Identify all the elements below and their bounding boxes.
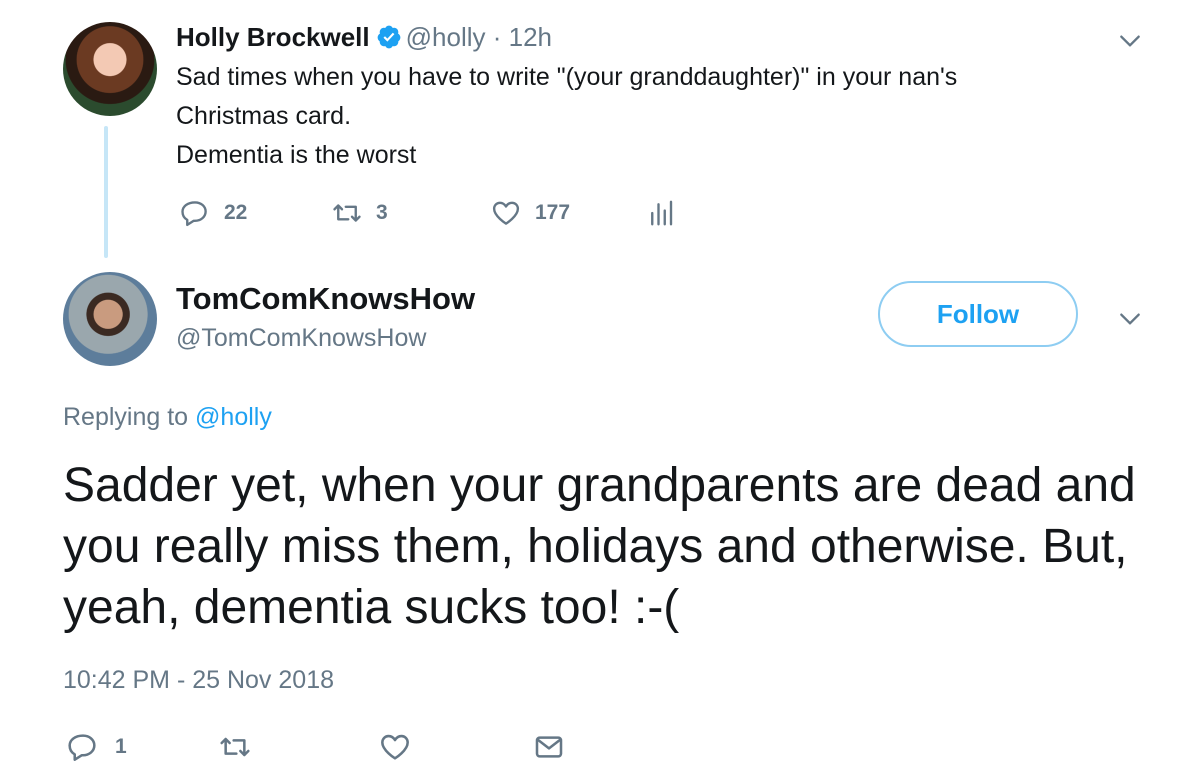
heart-icon bbox=[492, 201, 520, 225]
chevron-down-icon[interactable] bbox=[1117, 306, 1143, 332]
reply-author-name[interactable]: TomComKnowsHow bbox=[176, 281, 475, 317]
holly-avatar[interactable] bbox=[63, 22, 157, 116]
verified-badge-icon bbox=[377, 25, 400, 49]
reply-count: 22 bbox=[224, 201, 248, 224]
replying-to-label: Replying to bbox=[63, 403, 189, 431]
author-name[interactable]: Holly Brockwell bbox=[176, 22, 370, 52]
envelope-icon bbox=[535, 736, 563, 758]
reply-button[interactable]: 1 bbox=[67, 731, 127, 763]
reply-tweet-text: Sadder yet, when your grandparents are d… bbox=[63, 459, 1136, 634]
tweet-text-line: Sad times when you have to write "(your … bbox=[176, 63, 958, 91]
follow-button[interactable]: Follow bbox=[878, 281, 1078, 347]
reply-author-handle[interactable]: @TomComKnowsHow bbox=[176, 324, 426, 353]
like-count: 177 bbox=[535, 201, 571, 224]
replying-to-handle-link[interactable]: @holly bbox=[195, 403, 272, 431]
tweet-text-line: Christmas card. bbox=[176, 102, 352, 130]
author-handle[interactable]: @holly bbox=[406, 22, 486, 52]
thread-connector-line bbox=[104, 126, 108, 258]
chevron-down-icon[interactable] bbox=[1117, 28, 1143, 54]
tweet-text-line: Dementia is the worst bbox=[176, 141, 417, 169]
replying-to: Replying to @holly bbox=[63, 403, 272, 432]
like-button[interactable] bbox=[379, 731, 427, 763]
reply-icon bbox=[181, 201, 207, 227]
direct-message-button[interactable] bbox=[533, 731, 581, 763]
tweet-time[interactable]: 12h bbox=[509, 22, 552, 52]
retweet-icon bbox=[333, 204, 361, 222]
original-tweet-header: Holly Brockwell @holly · 12h bbox=[176, 20, 552, 54]
analytics-button[interactable] bbox=[646, 198, 690, 228]
analytics-icon bbox=[651, 200, 673, 226]
retweet-button[interactable] bbox=[219, 731, 267, 763]
reply-button[interactable]: 22 bbox=[180, 198, 247, 228]
tomcom-avatar[interactable] bbox=[63, 272, 157, 366]
reply-timestamp[interactable]: 10:42 PM - 25 Nov 2018 bbox=[63, 666, 334, 695]
retweet-button[interactable]: 3 bbox=[332, 198, 388, 228]
original-tweet-text: Sad times when you have to write "(your … bbox=[176, 58, 957, 175]
heart-icon bbox=[381, 734, 409, 760]
retweet-icon bbox=[220, 737, 250, 757]
like-button[interactable]: 177 bbox=[491, 198, 570, 228]
retweet-count: 3 bbox=[376, 201, 388, 224]
reply-count: 1 bbox=[115, 735, 127, 758]
reply-icon bbox=[68, 734, 96, 761]
separator-dot: · bbox=[492, 22, 502, 52]
